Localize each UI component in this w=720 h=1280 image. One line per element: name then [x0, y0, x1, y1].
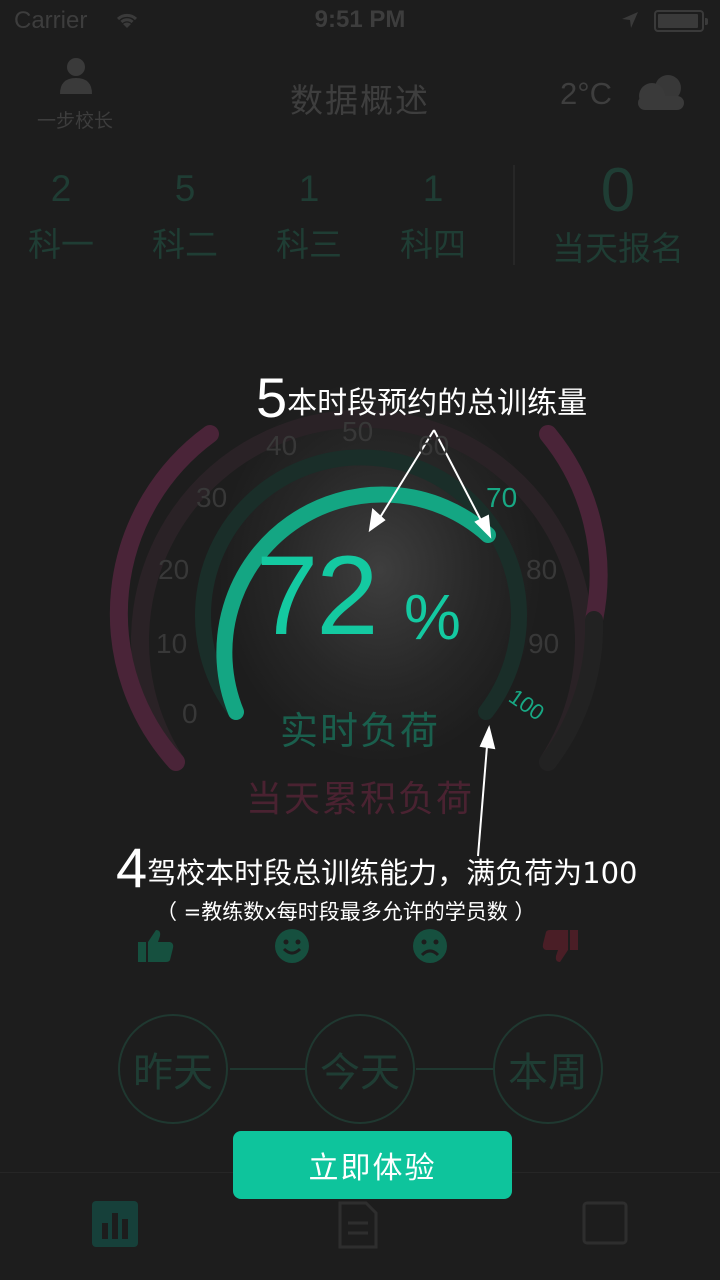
tick-label: 70	[486, 482, 518, 513]
bar-chart-icon[interactable]	[92, 1201, 138, 1251]
callout-4: 4驾校本时段总训练能力，满负荷为100	[116, 840, 638, 896]
cumulative-load-label: 当天累积负荷	[245, 779, 474, 820]
document-icon[interactable]	[338, 1201, 378, 1253]
sad-face-icon[interactable]	[410, 926, 450, 968]
callout-number: 4	[116, 836, 148, 899]
tick-label: 30	[196, 482, 228, 513]
period-connector	[416, 1068, 494, 1070]
tick-label: 20	[158, 554, 190, 585]
tick-label: 10	[156, 628, 188, 659]
callout-5: 5本时段预约的总训练量	[256, 370, 587, 426]
happy-face-icon[interactable]	[272, 926, 312, 968]
period-yesterday-button[interactable]: 昨天	[118, 1014, 228, 1124]
thumbs-up-icon[interactable]	[136, 926, 176, 968]
tick-label: 60	[418, 430, 450, 461]
realtime-percent: 72	[256, 533, 379, 658]
percent-sign: %	[404, 581, 461, 653]
tick-label: 40	[266, 430, 298, 461]
callout-number: 5	[256, 366, 288, 429]
period-week-button[interactable]: 本周	[493, 1014, 603, 1124]
app-screen: Carrier 9:51 PM 一步校长 数据概述 2°C 2 科一 5 科二 …	[0, 0, 720, 1280]
try-now-button[interactable]: 立即体验	[233, 1131, 512, 1199]
tick-label: 90	[528, 628, 560, 659]
period-today-button[interactable]: 今天	[305, 1014, 415, 1124]
callout-subtext: （ =教练数x每时段最多允许的学员数 ）	[156, 900, 536, 924]
tick-label: 80	[526, 554, 558, 585]
callout-text: 本时段预约的总训练量	[287, 386, 588, 421]
period-connector	[230, 1068, 306, 1070]
realtime-load-label: 实时负荷	[279, 709, 440, 753]
callout-text: 驾校本时段总训练能力，满负荷为100	[147, 856, 638, 890]
square-icon[interactable]	[582, 1201, 628, 1249]
thumbs-down-icon[interactable]	[540, 926, 580, 968]
